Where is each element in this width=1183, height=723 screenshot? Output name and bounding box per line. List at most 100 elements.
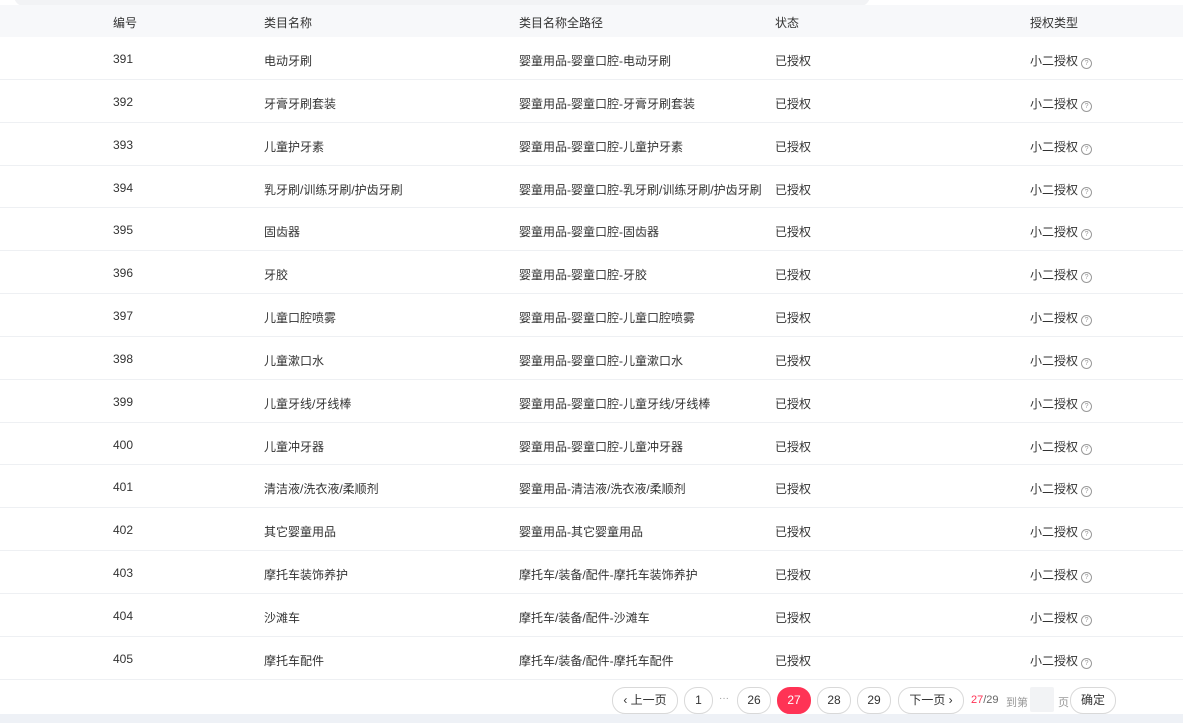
cell-status: 已授权 <box>775 139 812 154</box>
table-row: 400 儿童冲牙器 婴童用品-婴童口腔-儿童冲牙器 已授权 小二授权? <box>0 423 1183 466</box>
cell-status: 已授权 <box>775 525 812 540</box>
page-button-1[interactable]: 1 <box>684 687 713 714</box>
cell-path: 摩托车/装备/配件-摩托车配件 <box>519 653 674 668</box>
help-icon[interactable]: ? <box>1081 614 1093 626</box>
prev-page-button[interactable]: ‹ 上一页 <box>612 687 678 714</box>
cell-status: 已授权 <box>775 568 812 583</box>
help-icon[interactable]: ? <box>1081 100 1093 112</box>
next-page-label: 下一页 <box>909 693 946 707</box>
prev-page-label: 上一页 <box>630 693 667 707</box>
cell-auth-type: 小二授权? <box>1030 309 1093 327</box>
pagination-ellipsis: ··· <box>719 693 729 704</box>
cell-status: 已授权 <box>775 653 812 668</box>
cell-auth-type: 小二授权? <box>1030 138 1093 155</box>
help-icon[interactable]: ? <box>1081 143 1093 155</box>
cell-name: 儿童护牙素 <box>264 139 325 154</box>
cell-path: 婴童用品-婴童口腔-电动牙刷 <box>519 54 671 68</box>
auth-type-label: 小二授权 <box>1030 96 1079 111</box>
table-row: 392 牙膏牙刷套装 婴童用品-婴童口腔-牙膏牙刷套装 已授权 小二授权? <box>0 80 1183 123</box>
cell-path: 婴童用品-婴童口腔-儿童漱口水 <box>519 353 683 368</box>
cell-auth-type: 小二授权? <box>1030 438 1093 455</box>
help-icon[interactable]: ? <box>1081 315 1093 327</box>
cell-id: 403 <box>113 566 134 581</box>
auth-type-label: 小二授权 <box>1030 568 1079 583</box>
cell-status: 已授权 <box>775 610 812 625</box>
cell-id: 399 <box>113 394 134 409</box>
auth-type-label: 小二授权 <box>1030 396 1079 411</box>
cell-id: 396 <box>113 266 134 281</box>
cell-name: 儿童牙线/牙线棒 <box>264 396 352 411</box>
cell-status: 已授权 <box>775 353 812 368</box>
cell-status: 已授权 <box>775 482 812 497</box>
table-header: 编号 类目名称 类目名称全路径 状态 授权类型 <box>0 5 1183 37</box>
table-row: 395 固齿器 婴童用品-婴童口腔-固齿器 已授权 小二授权? <box>0 208 1183 252</box>
help-icon[interactable]: ? <box>1081 572 1093 584</box>
next-page-button[interactable]: 下一页 › <box>898 687 964 714</box>
cell-path: 婴童用品-婴童口腔-儿童护牙素 <box>519 139 683 154</box>
cell-name: 清洁液/洗衣液/柔顺剂 <box>264 482 379 497</box>
auth-type-label: 小二授权 <box>1030 268 1079 283</box>
cell-path: 婴童用品-婴童口腔-儿童冲牙器 <box>519 439 683 454</box>
help-icon[interactable]: ? <box>1081 657 1093 669</box>
page-button-26[interactable]: 26 <box>737 687 771 714</box>
cell-id: 398 <box>113 351 134 366</box>
cell-id: 401 <box>113 480 134 495</box>
cell-id: 393 <box>113 137 134 152</box>
cell-status: 已授权 <box>775 311 812 326</box>
cell-status: 已授权 <box>775 96 812 111</box>
cell-path: 婴童用品-婴童口腔-儿童牙线/牙线棒 <box>519 396 711 411</box>
page-button-28[interactable]: 28 <box>817 687 851 714</box>
help-icon[interactable]: ? <box>1081 529 1093 541</box>
auth-type-label: 小二授权 <box>1030 139 1079 154</box>
cell-auth-type: 小二授权? <box>1030 566 1093 584</box>
help-icon[interactable]: ? <box>1081 58 1093 69</box>
column-header-status: 状态 <box>775 16 800 30</box>
goto-page-suffix: 页 <box>1058 697 1069 709</box>
cell-auth-type: 小二授权? <box>1030 480 1093 498</box>
page-count: 27/29 <box>971 694 999 706</box>
cell-path: 婴童用品-其它婴童用品 <box>519 525 643 540</box>
table-row: 405 摩托车配件 摩托车/装备/配件-摩托车配件 已授权 小二授权? <box>0 637 1183 680</box>
cell-name: 摩托车装饰养护 <box>264 568 349 583</box>
table-row: 391 电动牙刷 婴童用品-婴童口腔-电动牙刷 已授权 小二授权? <box>0 37 1183 80</box>
cell-status: 已授权 <box>775 396 812 411</box>
column-header-path: 类目名称全路径 <box>519 16 604 30</box>
cell-id: 405 <box>113 651 134 666</box>
cell-path: 婴童用品-婴童口腔-固齿器 <box>519 225 659 240</box>
goto-page-label: 到第 <box>1006 697 1028 709</box>
help-icon[interactable]: ? <box>1081 186 1093 198</box>
total-pages: /29 <box>983 694 999 706</box>
help-icon[interactable]: ? <box>1081 400 1093 412</box>
table-row: 404 沙滩车 摩托车/装备/配件-沙滩车 已授权 小二授权? <box>0 594 1183 637</box>
cell-auth-type: 小二授权? <box>1030 609 1093 626</box>
auth-type-label: 小二授权 <box>1030 353 1079 368</box>
auth-type-label: 小二授权 <box>1030 610 1079 625</box>
cell-id: 394 <box>113 180 134 195</box>
cell-id: 395 <box>113 223 134 238</box>
cell-name: 乳牙刷/训练牙刷/护齿牙刷 <box>264 182 403 197</box>
cell-status: 已授权 <box>775 268 812 283</box>
help-icon[interactable]: ? <box>1081 443 1093 455</box>
cell-id: 404 <box>113 608 134 623</box>
help-icon[interactable]: ? <box>1081 357 1093 369</box>
help-icon[interactable]: ? <box>1081 229 1093 241</box>
help-icon[interactable]: ? <box>1081 272 1093 284</box>
help-icon[interactable]: ? <box>1081 486 1093 498</box>
cell-status: 已授权 <box>775 225 812 240</box>
goto-page-input[interactable] <box>1030 687 1054 712</box>
confirm-button[interactable]: 确定 <box>1070 687 1116 714</box>
cell-id: 400 <box>113 437 134 452</box>
cell-id: 392 <box>113 94 134 109</box>
table-row: 396 牙胶 婴童用品-婴童口腔-牙胶 已授权 小二授权? <box>0 251 1183 295</box>
cell-path: 摩托车/装备/配件-沙滩车 <box>519 610 650 625</box>
page-button-27-current[interactable]: 27 <box>777 687 811 714</box>
cell-name: 其它婴童用品 <box>264 525 337 540</box>
cell-name: 固齿器 <box>264 225 301 240</box>
cell-status: 已授权 <box>775 182 812 197</box>
table-row: 402 其它婴童用品 婴童用品-其它婴童用品 已授权 小二授权? <box>0 508 1183 552</box>
auth-type-label: 小二授权 <box>1030 439 1079 454</box>
cell-auth-type: 小二授权? <box>1030 523 1093 541</box>
table-row: 399 儿童牙线/牙线棒 婴童用品-婴童口腔-儿童牙线/牙线棒 已授权 小二授权… <box>0 380 1183 423</box>
page-button-29[interactable]: 29 <box>857 687 891 714</box>
pagination: ‹ 上一页 1 ··· 26 27 28 29 下一页 › 27/29 到第 页… <box>0 687 1183 714</box>
